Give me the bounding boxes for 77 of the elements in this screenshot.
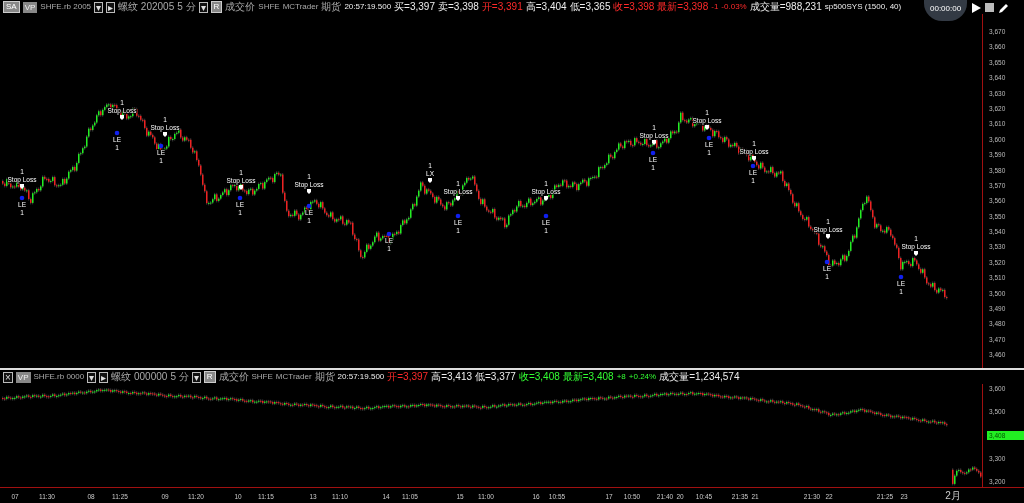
stop-icon[interactable] [985, 3, 995, 12]
quote-value: 高=3,413 [431, 370, 473, 384]
quote-value: 20:57:19.500 [337, 371, 385, 383]
quote-value: 收=3,398 [613, 0, 655, 14]
entry-dot-icon [543, 213, 549, 219]
symbol-label: 期货 [321, 0, 342, 14]
quote-value: +8 [616, 371, 626, 383]
quote-value: 低=3,377 [475, 370, 516, 384]
quote-value: 成交量=1,234,574 [659, 370, 740, 384]
symbol-label: 成交价 [225, 0, 256, 14]
quote-value: 低=3,365 [569, 0, 611, 14]
symbol-label: 成交价 [218, 370, 249, 384]
entry-dot-icon [19, 195, 25, 201]
entry-dot-icon [306, 203, 312, 209]
quote-value: -0.03% [721, 1, 747, 13]
symbol-label: 螺纹 000000 [111, 370, 168, 384]
symbol-label: SHFE [258, 1, 280, 13]
entry-dot-icon [158, 143, 164, 149]
entry-dot-icon [455, 213, 461, 219]
quote-value: 成交量=988,231 [749, 0, 822, 14]
dropdown-button[interactable]: SA [3, 1, 20, 13]
exit-arrow-icon [239, 185, 243, 190]
entry-dot-icon [824, 259, 830, 265]
quote-value: 最新=3,408 [562, 370, 614, 384]
quote-value: 买=3,397 [394, 0, 435, 14]
quote-value: 开=3,391 [481, 0, 523, 14]
toolbar-button[interactable]: ▾ [94, 1, 104, 13]
time-axis-label: 2月 [945, 490, 961, 501]
toolbar-button[interactable]: × [3, 371, 13, 383]
entry-dot-icon [237, 195, 243, 201]
symbol-label: 5 分 [177, 0, 196, 14]
exit-arrow-icon [652, 140, 656, 145]
quote-value: -1 [711, 1, 719, 13]
recent-price-series [952, 465, 982, 486]
quote-value: 开=3,397 [387, 370, 429, 384]
entry-dot-icon [750, 163, 756, 169]
toolbar-button[interactable]: ▾ [191, 371, 201, 383]
entry-dot-icon [114, 130, 120, 136]
exit-arrow-icon [163, 132, 167, 137]
toolbar-button[interactable]: ▸ [106, 1, 116, 13]
exit-arrow-icon [20, 184, 24, 189]
exit-arrow-icon [307, 189, 311, 194]
exit-arrow-icon [705, 125, 709, 130]
toolbar-button[interactable]: ▾ [198, 1, 208, 13]
play-icon[interactable] [971, 3, 982, 13]
quote-value: 收=3,408 [518, 370, 560, 384]
entry-dot-icon [386, 231, 392, 237]
exit-arrow-icon [752, 156, 756, 161]
dropdown-button[interactable]: R [210, 1, 223, 13]
exit-arrow-icon [120, 115, 124, 120]
quote-value: 高=3,404 [525, 0, 567, 14]
entry-dot-icon [650, 150, 656, 156]
recording-timer: 00:00:00 [924, 0, 968, 21]
symbol-label: MCTrader [275, 371, 312, 383]
symbol-label: MCTrader [282, 1, 319, 13]
symbol-label: 螺纹 202005 [118, 0, 175, 14]
symbol-label: SHFE [251, 371, 273, 383]
toolbar-button[interactable]: ▸ [99, 371, 109, 383]
exit-arrow-icon [544, 196, 548, 201]
toolbar-button[interactable]: ▾ [87, 371, 97, 383]
pen-icon[interactable] [998, 3, 1009, 13]
exit-arrow-icon [914, 251, 918, 256]
exit-arrow-icon [826, 234, 830, 239]
symbol-label: 5 分 [170, 370, 189, 384]
quote-value: sp500SYS (1500, 40) [824, 1, 902, 13]
symbol-label: SHFE.rb 2005 [40, 1, 92, 13]
quote-value: 20:57:19.500 [344, 1, 392, 13]
exit-arrow-icon [456, 196, 460, 201]
symbol-label: 期货 [314, 370, 335, 384]
quote-value: 卖=3,398 [438, 0, 479, 14]
exit-arrow-icon [428, 178, 432, 183]
symbol-label: SHFE.rb 0000 [33, 371, 85, 383]
quote-value: +0.24% [628, 371, 657, 383]
entry-dot-icon [706, 135, 712, 141]
dropdown-button[interactable]: R [203, 371, 216, 383]
entry-dot-icon [898, 274, 904, 280]
quote-value: 最新=3,398 [657, 0, 709, 14]
